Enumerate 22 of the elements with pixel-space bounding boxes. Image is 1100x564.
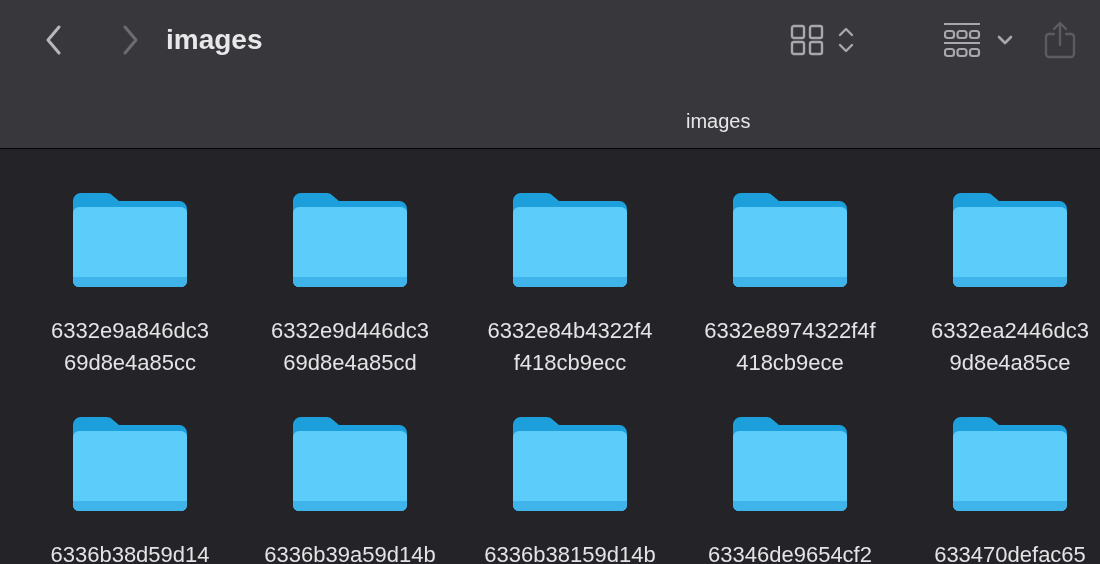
- window-title: images: [166, 23, 263, 57]
- folder-icon[interactable]: [291, 415, 409, 513]
- path-label: images: [686, 109, 751, 134]
- folder-icon[interactable]: [71, 191, 189, 289]
- folder-icon[interactable]: [291, 191, 409, 289]
- folder-icon[interactable]: [511, 415, 629, 513]
- file-name: 6332e9d446dc3 69d8e4a85cd: [271, 317, 429, 377]
- folder-icon[interactable]: [951, 415, 1069, 513]
- file-name: 6332e8974322f4f 418cb9ece: [704, 317, 876, 377]
- file-name: 6336b39a59d14b: [264, 541, 436, 564]
- folder-icon[interactable]: [731, 415, 849, 513]
- file-name: 6336b38159d14b: [484, 541, 656, 564]
- file-name: 6332e9a846dc3 69d8e4a85cc: [51, 317, 209, 377]
- file-name: 63346de9654cf2: [708, 541, 872, 564]
- folder-icon[interactable]: [511, 191, 629, 289]
- file-name: 6332e84b4322f4 f418cb9ecc: [487, 317, 653, 377]
- file-name: 6332ea2446dc3 9d8e4a85ce: [931, 317, 1089, 377]
- folder-icon[interactable]: [951, 191, 1069, 289]
- folder-icon[interactable]: [731, 191, 849, 289]
- folder-icon[interactable]: [71, 415, 189, 513]
- file-name: 6336b38d59d14: [50, 541, 210, 564]
- file-name: 633470defac65: [934, 541, 1086, 564]
